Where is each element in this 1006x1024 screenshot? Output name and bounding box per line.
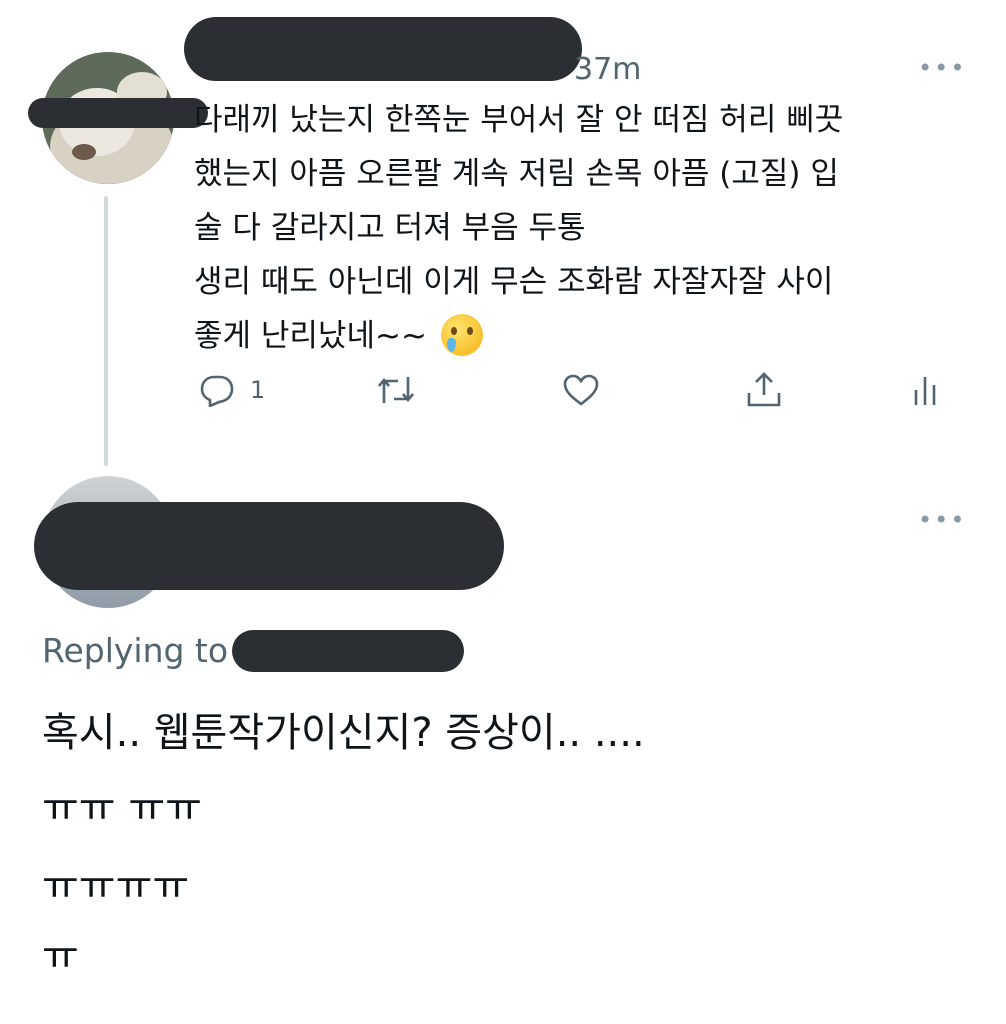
more-options-icon[interactable]: ••• [918, 56, 964, 80]
tweet-text: 다래끼 났는지 한쪽눈 부어서 잘 안 떠짐 허리 삐끗 했는지 아픔 오른팔 … [194, 93, 984, 363]
heart-icon [563, 374, 599, 406]
reply-text-line: 혹시.. 웹툰작가이신지? 증상이.. .... [42, 710, 645, 756]
timestamp[interactable]: 37m [574, 50, 641, 90]
replying-to-label: Replying to [42, 631, 229, 670]
share-button[interactable] [746, 364, 782, 416]
thread-line [104, 196, 108, 466]
retweet-icon [378, 377, 414, 403]
retweet-button[interactable] [376, 364, 416, 416]
reply-text-line: ㅠㅠ ㅠㅠ [42, 785, 202, 831]
tweet-text-content: 다래끼 났는지 한쪽눈 부어서 잘 안 떠짐 허리 삐끗 했는지 아픔 오른팔 … [194, 102, 844, 354]
author-name-redacted[interactable] [34, 502, 504, 590]
like-button[interactable] [562, 364, 600, 416]
reply-count: 1 [250, 376, 266, 404]
reply-text-line: ㅠㅠㅠㅠ [42, 863, 190, 909]
reply-icon [200, 375, 234, 407]
share-icon [747, 372, 781, 407]
redaction-bar [28, 98, 208, 128]
analytics-icon [914, 377, 936, 405]
reply-text-line: ㅠ [42, 933, 79, 979]
crying-face-emoji [440, 314, 483, 356]
analytics-button[interactable] [912, 364, 940, 416]
more-options-icon[interactable]: ••• [918, 508, 964, 532]
reply-button[interactable]: 1 [200, 364, 265, 416]
tweet-actions: 1 [190, 364, 950, 416]
replying-to-handle-redacted[interactable] [232, 630, 464, 672]
author-name-redacted[interactable] [184, 17, 582, 81]
